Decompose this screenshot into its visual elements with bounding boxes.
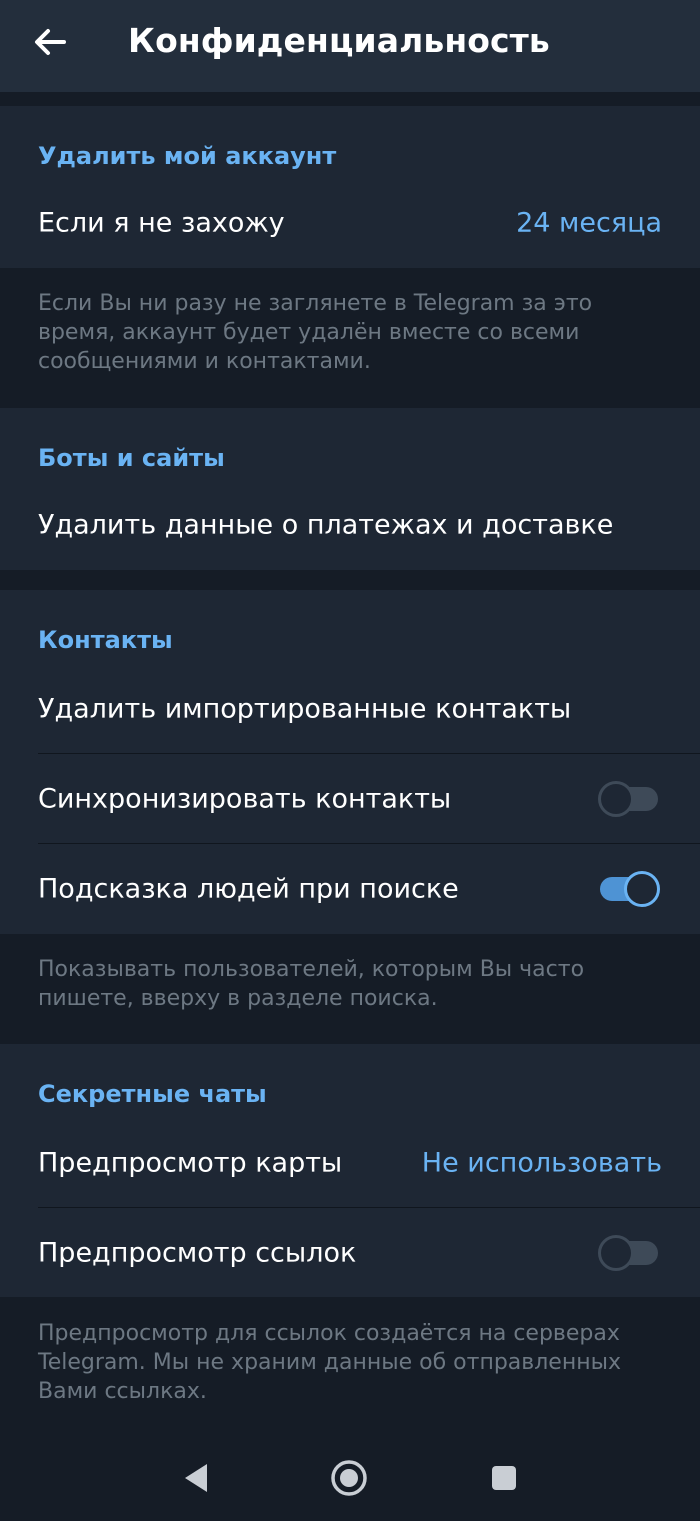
inactivity-period-row[interactable]: Если я не захожу 24 месяца xyxy=(0,178,700,268)
nav-home-icon xyxy=(331,1460,367,1496)
secret-chats-footnote: Предпросмотр для ссылок создаётся на сер… xyxy=(38,1321,621,1404)
link-preview-label: Предпросмотр ссылок xyxy=(38,1237,357,1269)
section-contacts: Контакты Удалить импортированные контакт… xyxy=(0,590,700,934)
inactivity-period-value: 24 месяца xyxy=(516,207,662,239)
section-bots: Боты и сайты Удалить данные о платежах и… xyxy=(0,408,700,570)
delete-payment-data-label: Удалить данные о платежах и доставке xyxy=(38,509,614,541)
nav-home-button[interactable] xyxy=(319,1450,379,1506)
delete-imported-contacts-label: Удалить импортированные контакты xyxy=(38,693,572,725)
map-preview-label: Предпросмотр карты xyxy=(38,1147,343,1179)
delete-payment-data-row[interactable]: Удалить данные о платежах и доставке xyxy=(0,480,700,570)
suggest-people-toggle[interactable] xyxy=(598,871,660,907)
section-delete-account: Удалить мой аккаунт Если я не захожу 24 … xyxy=(0,106,700,268)
toggle-knob xyxy=(598,1235,634,1271)
section-title-contacts: Контакты xyxy=(38,626,173,654)
inactivity-period-label: Если я не захожу xyxy=(38,207,285,239)
back-button[interactable] xyxy=(26,22,74,62)
nav-back-button[interactable] xyxy=(166,1450,226,1506)
contacts-footnote: Показывать пользователей, которым Вы час… xyxy=(38,957,585,1011)
nav-recents-button[interactable] xyxy=(474,1450,534,1506)
link-preview-row[interactable]: Предпросмотр ссылок xyxy=(0,1208,700,1298)
toggle-knob xyxy=(598,781,634,817)
system-nav-bar xyxy=(0,1432,700,1521)
section-title-bots: Боты и сайты xyxy=(38,444,225,472)
sync-contacts-row[interactable]: Синхронизировать контакты xyxy=(0,754,700,844)
map-preview-row[interactable]: Предпросмотр карты Не использовать xyxy=(0,1118,700,1208)
page-title: Конфиденциальность xyxy=(128,21,550,60)
link-preview-toggle[interactable] xyxy=(598,1235,660,1271)
toggle-knob xyxy=(624,871,660,907)
delete-imported-contacts-row[interactable]: Удалить импортированные контакты xyxy=(0,664,700,754)
arrow-left-icon xyxy=(35,29,66,55)
sync-contacts-toggle[interactable] xyxy=(598,781,660,817)
nav-recents-icon xyxy=(492,1466,516,1490)
nav-back-icon xyxy=(185,1464,207,1492)
suggest-people-label: Подсказка людей при поиске xyxy=(38,873,459,905)
app-header: Конфиденциальность xyxy=(0,0,700,92)
delete-account-footnote: Если Вы ни разу не заглянете в Telegram … xyxy=(38,291,593,374)
section-title-secret-chats: Секретные чаты xyxy=(38,1080,267,1108)
suggest-people-row[interactable]: Подсказка людей при поиске xyxy=(0,844,700,934)
privacy-screen: Конфиденциальность Удалить мой аккаунт Е… xyxy=(0,0,700,1521)
section-title-delete-account: Удалить мой аккаунт xyxy=(38,142,337,170)
map-preview-value: Не использовать xyxy=(421,1147,662,1179)
section-secret-chats: Секретные чаты Предпросмотр карты Не исп… xyxy=(0,1044,700,1297)
sync-contacts-label: Синхронизировать контакты xyxy=(38,783,452,815)
